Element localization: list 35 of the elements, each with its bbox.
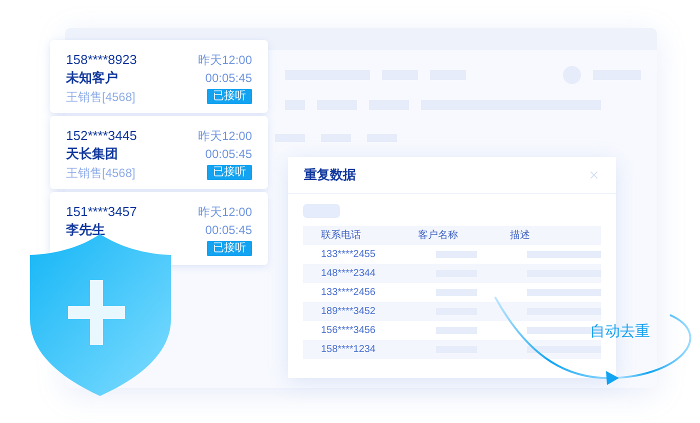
caption-text: 自动去重 [590,322,650,342]
phone-cell-text: 158****1234 [320,343,376,357]
call-card[interactable]: 158****8923 昨天12:00 未知客户 00:05:45 王销售[4568] 已接听 [50,40,268,113]
customer-name: 李先生 [66,223,105,236]
phone-cell-text: 133****2456 [320,286,376,300]
status-badge: 已接听 [207,165,252,180]
shield-plus-icon [28,234,173,396]
phone-cell-text: 133****2455 [320,248,376,262]
phone-cell-text: 189****3452 [320,305,376,319]
phone-number: 158****8923 [66,53,137,66]
call-time: 昨天12:00 [198,206,252,218]
call-duration: 00:05:45 [205,224,252,236]
phone-number: 152****3445 [66,129,137,142]
call-card[interactable]: 152****3445 昨天12:00 天长集团 00:05:45 王销售[4568] 已接听 [50,116,268,189]
customer-name: 未知客户 [66,71,118,84]
column-header: 联系电话 [320,228,362,243]
agent-name: 王销售[4568] [66,166,136,178]
phone-number: 151****3457 [66,205,137,218]
status-badge: 已接听 [207,89,252,104]
phone-cell-text: 156****3456 [320,324,376,338]
phone-cell-text: 148****2344 [320,267,376,281]
dialog-title: 重复数据 [304,166,356,184]
close-icon[interactable] [588,169,600,181]
skeleton-bar [436,289,478,296]
status-badge: 已接听 [207,241,252,256]
column-header: 描述 [510,228,530,243]
agent-name: 王销售[4568] [66,90,136,102]
column-header: 客户名称 [418,228,459,243]
call-duration: 00:05:45 [205,148,252,160]
call-time: 昨天12:00 [198,130,252,142]
skeleton-bar [436,251,478,258]
skeleton-bar [436,327,478,334]
customer-name: 天长集团 [66,147,118,160]
call-duration: 00:05:45 [205,72,252,84]
call-time: 昨天12:00 [198,54,252,66]
